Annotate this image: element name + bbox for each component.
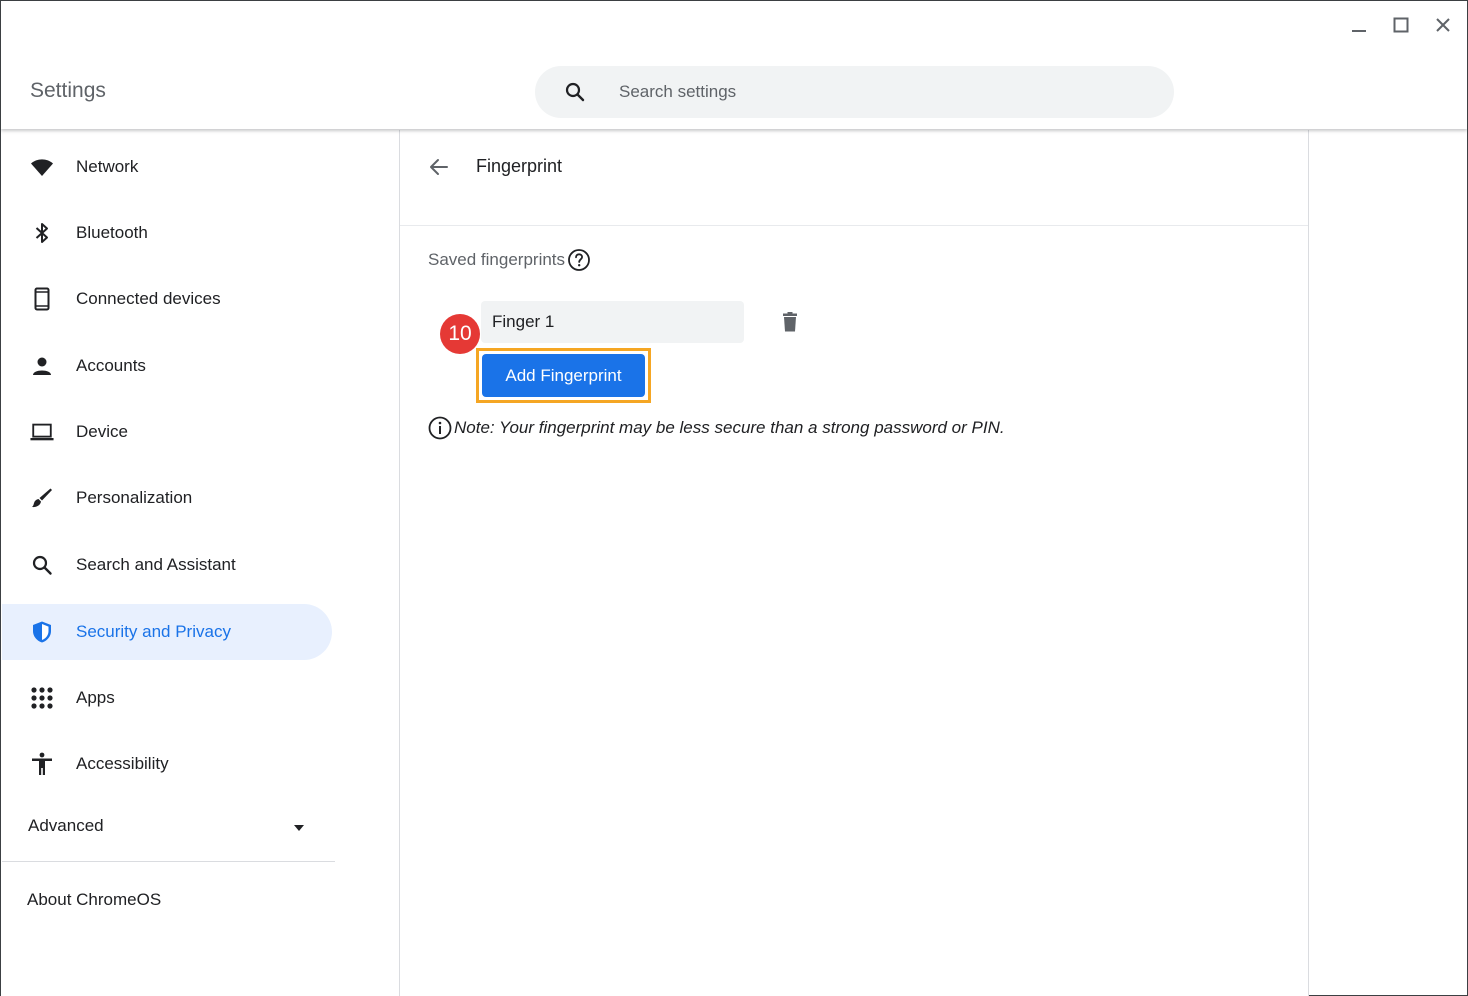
advanced-toggle[interactable]: Advanced xyxy=(2,802,332,852)
saved-fingerprints-label: Saved fingerprints xyxy=(428,248,591,272)
info-icon xyxy=(428,416,452,440)
sidebar-item-label: Personalization xyxy=(76,488,193,507)
add-fingerprint-button[interactable]: Add Fingerprint xyxy=(482,354,645,397)
sidebar: Network Bluetooth Connected devices Acco… xyxy=(1,130,399,996)
minimize-icon xyxy=(1352,30,1366,32)
sidebar-divider xyxy=(2,861,335,862)
search-icon xyxy=(563,80,587,104)
app-title: Settings xyxy=(30,79,106,102)
sidebar-item-apps[interactable]: Apps xyxy=(2,670,332,726)
sidebar-item-label: Apps xyxy=(76,688,115,707)
close-icon xyxy=(1436,18,1450,32)
sidebar-item-search-and-assistant[interactable]: Search and Assistant xyxy=(2,537,332,593)
brush-icon xyxy=(30,486,54,510)
phone-icon xyxy=(30,287,54,311)
back-button[interactable] xyxy=(426,154,452,180)
fingerprint-card: Fingerprint Saved fingerprints 10 Add Fi… xyxy=(399,130,1309,996)
shield-icon xyxy=(30,620,54,644)
sidebar-item-personalization[interactable]: Personalization xyxy=(2,470,332,526)
close-button[interactable] xyxy=(1431,13,1455,37)
person-icon xyxy=(30,354,54,378)
sidebar-item-bluetooth[interactable]: Bluetooth xyxy=(2,205,332,261)
search-icon xyxy=(30,553,54,577)
window-controls xyxy=(1347,13,1455,37)
sidebar-item-label: Accounts xyxy=(76,356,146,375)
security-note-text: Note: Your fingerprint may be less secur… xyxy=(454,418,1005,437)
wifi-icon xyxy=(30,155,54,179)
sidebar-item-accessibility[interactable]: Accessibility xyxy=(2,736,332,792)
sidebar-item-device[interactable]: Device xyxy=(2,404,332,460)
maximize-icon xyxy=(1393,17,1409,33)
minimize-button[interactable] xyxy=(1347,13,1371,37)
sidebar-item-connected-devices[interactable]: Connected devices xyxy=(2,271,332,327)
fingerprint-name-field[interactable] xyxy=(481,301,744,343)
bluetooth-icon xyxy=(30,221,54,245)
security-note: Note: Your fingerprint may be less secur… xyxy=(428,416,1005,440)
sidebar-item-network[interactable]: Network xyxy=(2,139,332,195)
advanced-label: Advanced xyxy=(28,816,104,835)
trash-icon xyxy=(783,312,797,332)
accessibility-icon xyxy=(30,752,54,776)
search-box[interactable] xyxy=(535,66,1174,118)
sidebar-item-label: Bluetooth xyxy=(76,223,148,242)
step-badge: 10 xyxy=(440,314,480,354)
back-arrow-icon xyxy=(430,159,448,175)
header-divider xyxy=(400,225,1308,226)
search-input[interactable] xyxy=(619,78,1139,106)
sidebar-item-accounts[interactable]: Accounts xyxy=(2,338,332,394)
sidebar-item-label: Connected devices xyxy=(76,289,221,308)
apps-grid-icon xyxy=(30,686,54,710)
sidebar-item-about[interactable]: About ChromeOS xyxy=(27,890,161,910)
sidebar-item-label: Device xyxy=(76,422,128,441)
laptop-icon xyxy=(30,420,54,444)
sidebar-item-label: Network xyxy=(76,157,139,176)
maximize-button[interactable] xyxy=(1389,13,1413,37)
sidebar-item-label: Search and Assistant xyxy=(76,555,236,574)
dropdown-arrow-icon xyxy=(292,820,306,838)
sidebar-item-label: Security and Privacy xyxy=(76,622,231,641)
page-title: Fingerprint xyxy=(476,156,563,176)
sidebar-item-security-and-privacy[interactable]: Security and Privacy xyxy=(2,604,332,660)
header-bar: Settings xyxy=(1,1,1467,129)
help-icon[interactable] xyxy=(567,248,591,272)
sidebar-item-label: Accessibility xyxy=(76,754,169,773)
settings-window: Settings Network xyxy=(0,0,1468,996)
saved-fingerprints-text: Saved fingerprints xyxy=(428,250,566,269)
delete-fingerprint-button[interactable] xyxy=(778,310,802,334)
